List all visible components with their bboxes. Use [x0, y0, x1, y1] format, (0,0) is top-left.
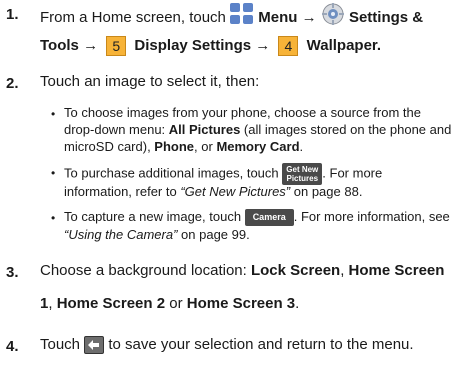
arrow: →	[301, 8, 317, 26]
menu-grid-icon	[230, 3, 254, 31]
step-2-number: 2.	[6, 75, 19, 92]
arrow: →	[255, 37, 271, 54]
bullet-1-line-1: To choose images from your phone, choose…	[64, 105, 421, 120]
bullet-3-line-2: “Using the Camera” on page 99.	[64, 227, 250, 242]
step-3-number: 3.	[6, 264, 19, 281]
step-1-text: From a Home screen, touch	[40, 8, 226, 26]
number-4-box: 4	[278, 36, 299, 57]
step-3-line-2: 1, Home Screen 2 or Home Screen 3.	[40, 295, 300, 312]
get-new-pictures-button[interactable]: Get New Pictures	[282, 163, 323, 185]
settings-label: Settings &	[348, 8, 424, 26]
bullet-dot: •	[51, 211, 56, 225]
bullet-dot: •	[51, 166, 56, 180]
settings-gear-icon	[321, 2, 345, 32]
step-1-line-1: From a Home screen, touch Menu → Setting…	[40, 3, 423, 33]
step-1-number: 1.	[6, 6, 19, 23]
bullet-1-line-3: microSD card), Phone, or Memory Card.	[64, 139, 304, 154]
camera-button[interactable]: Camera	[244, 209, 294, 227]
wallpaper-label: Wallpaper.	[306, 37, 382, 54]
number-5-box: 5	[106, 36, 127, 57]
tools-label: Tools	[40, 37, 79, 54]
step-2-text: Touch an image to select it, then:	[40, 73, 260, 90]
step-3-line-1: Choose a background location: Lock Scree…	[40, 262, 445, 279]
step-1-line-2: Tools → 5 Display Settings → 4 Wallpaper…	[40, 36, 382, 57]
bullet-2-line-1: To purchase additional images, touch Get…	[64, 163, 383, 185]
arrow: →	[83, 37, 99, 54]
step-4-line: Touch to save your selection and return …	[40, 336, 414, 355]
bullet-1-line-2: drop-down menu: All Pictures (all images…	[64, 122, 452, 137]
bullet-3-line-1: To capture a new image, touch Camera. Fo…	[64, 208, 450, 227]
back-arrow-icon[interactable]	[84, 336, 105, 355]
bullet-dot: •	[51, 107, 56, 121]
display-settings-label: Display Settings	[134, 37, 252, 54]
bullet-2-line-2: information, refer to “Get New Pictures”…	[64, 184, 363, 199]
menu-label: Menu	[258, 8, 298, 26]
step-4-number: 4.	[6, 338, 19, 355]
